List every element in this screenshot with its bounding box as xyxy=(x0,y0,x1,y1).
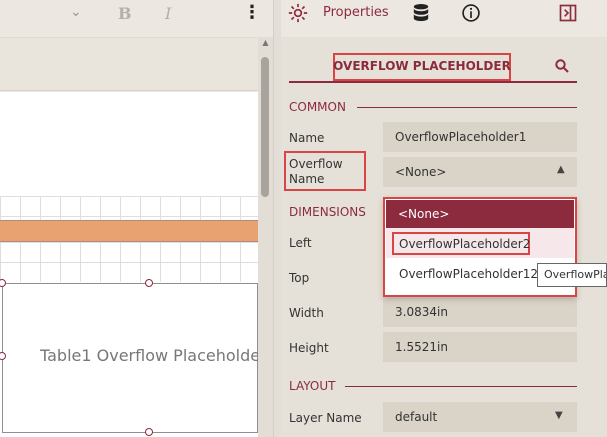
resize-handle[interactable] xyxy=(145,279,153,287)
height-field[interactable]: 1.5521in xyxy=(383,332,577,362)
dropdown-option-overflowplaceholder12[interactable]: OverflowPlaceholder12 xyxy=(399,267,538,281)
chevron-up-icon[interactable]: ▲ xyxy=(557,164,565,175)
chevron-down-icon[interactable]: ▼ xyxy=(555,410,563,421)
search-underline xyxy=(289,81,577,83)
designer-ruler-area xyxy=(0,37,258,91)
scrollbar-thumb[interactable] xyxy=(261,57,269,197)
width-label: Width xyxy=(289,306,324,320)
italic-button[interactable]: I xyxy=(165,4,171,23)
left-label: Left xyxy=(289,236,312,250)
dropdown-option-none[interactable]: <None> xyxy=(386,200,574,228)
grid-band xyxy=(0,196,258,220)
gear-icon[interactable] xyxy=(288,3,308,23)
scroll-up-icon[interactable]: ▲ xyxy=(260,38,271,50)
resize-handle[interactable] xyxy=(145,428,153,436)
grid-band xyxy=(0,242,258,282)
chevron-down-icon[interactable]: ⌄ xyxy=(70,4,90,20)
section-divider xyxy=(345,386,577,387)
collapse-panel-icon[interactable] xyxy=(558,3,578,23)
tooltip: OverflowPlaceholder12 xyxy=(537,263,607,287)
name-label: Name xyxy=(289,131,325,145)
layer-name-label: Layer Name xyxy=(289,411,362,425)
info-icon[interactable] xyxy=(461,3,481,23)
database-icon[interactable] xyxy=(412,3,430,23)
height-label: Height xyxy=(289,341,329,355)
overflow-name-label: Overflow Name xyxy=(289,157,343,186)
bold-button[interactable]: B xyxy=(118,4,132,23)
section-dimensions: DIMENSIONS xyxy=(289,205,366,219)
name-field[interactable]: OverflowPlaceholder1 xyxy=(383,122,577,152)
property-search-title[interactable]: OVERFLOW PLACEHOLDER xyxy=(333,59,511,73)
selected-band[interactable] xyxy=(0,220,258,242)
dropdown-option-label[interactable]: OverflowPlaceholder2 xyxy=(399,237,530,251)
section-layout: LAYOUT xyxy=(289,379,336,393)
section-divider xyxy=(357,107,577,108)
panel-divider xyxy=(273,0,281,437)
overflow-name-select[interactable]: <None> xyxy=(383,157,577,187)
search-icon[interactable] xyxy=(554,58,570,74)
top-label: Top xyxy=(289,271,310,285)
width-field[interactable]: 3.0834in xyxy=(383,297,577,327)
more-options-icon[interactable]: ⋮ xyxy=(243,2,261,23)
layer-name-select[interactable]: default xyxy=(383,402,577,432)
table-placeholder-label: Table1 Overflow Placeholder xyxy=(40,346,258,365)
section-common: COMMON xyxy=(289,100,346,114)
tab-properties-label[interactable]: Properties xyxy=(323,5,389,20)
